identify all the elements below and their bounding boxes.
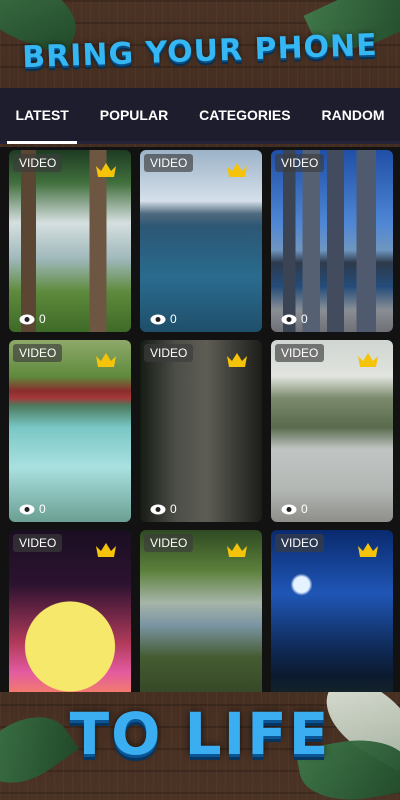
video-badge: VIDEO [13,534,63,552]
tab-categories[interactable]: CATEGORIES [191,88,299,141]
view-count: 0 [281,502,308,516]
video-badge: VIDEO [13,344,63,362]
crown-icon [96,353,116,367]
video-badge: VIDEO [144,534,194,552]
footer-title: TO LIFE [69,700,331,768]
video-card[interactable]: VIDEO 0 [9,340,131,522]
view-count: 0 [150,312,177,326]
view-count-value: 0 [170,312,177,326]
crown-icon [227,353,247,367]
video-card[interactable]: VIDEO 0 [271,150,393,332]
tab-bar: LATEST POPULAR CATEGORIES RANDOM [0,88,400,144]
view-count-value: 0 [301,502,308,516]
tab-random[interactable]: RANDOM [314,88,393,141]
video-card[interactable]: VIDEO 0 [140,150,262,332]
video-card[interactable]: VIDEO 0 [271,340,393,522]
view-count-value: 0 [170,502,177,516]
view-count-value: 0 [39,502,46,516]
eye-icon [281,504,297,514]
video-badge: VIDEO [275,154,325,172]
tab-latest[interactable]: LATEST [7,88,78,144]
video-badge: VIDEO [144,154,194,172]
crown-icon [358,353,378,367]
tab-popular[interactable]: POPULAR [92,88,176,141]
crown-icon [96,163,116,177]
video-thumbnail [271,150,393,332]
video-badge: VIDEO [275,344,325,362]
video-badge: VIDEO [13,154,63,172]
eye-icon [281,314,297,324]
eye-icon [19,314,35,324]
video-grid: VIDEO 0 VIDEO 0 VIDEO 0 VIDEO 0 VIDEO 0 … [0,147,400,692]
video-card[interactable]: VIDEO [9,530,131,692]
video-badge: VIDEO [144,344,194,362]
view-count: 0 [150,502,177,516]
video-card[interactable]: VIDEO 0 [140,340,262,522]
view-count-value: 0 [39,312,46,326]
crown-icon [227,163,247,177]
eye-icon [150,314,166,324]
view-count-value: 0 [301,312,308,326]
crown-icon [96,543,116,557]
video-card[interactable]: VIDEO 0 [9,150,131,332]
video-card[interactable]: VIDEO [140,530,262,692]
crown-icon [227,543,247,557]
crown-icon [358,543,378,557]
eye-icon [19,504,35,514]
view-count: 0 [19,502,46,516]
eye-icon [150,504,166,514]
view-count: 0 [19,312,46,326]
view-count: 0 [281,312,308,326]
video-card[interactable]: VIDEO [271,530,393,692]
video-badge: VIDEO [275,534,325,552]
